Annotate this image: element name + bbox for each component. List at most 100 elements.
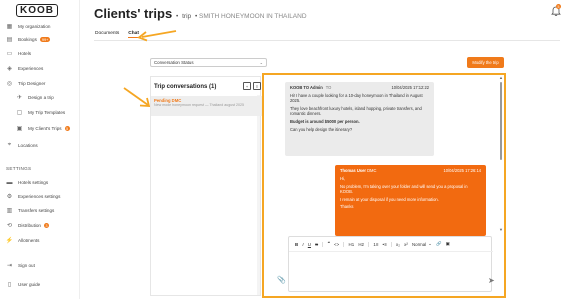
underline-button[interactable]: U: [308, 242, 311, 247]
sidebar: KOOB ▦ My organization ▤ Bookings 99+ ▭ …: [0, 0, 80, 299]
scrollbar-thumb[interactable]: [500, 82, 502, 160]
toolbar-divider: [390, 241, 392, 247]
sidebar-item-label: My Trip Templates: [28, 110, 66, 115]
chat-scrollbar[interactable]: ▲ ▼: [499, 75, 503, 232]
guide-icon: ▯: [7, 282, 12, 288]
chevron-down-icon: ⌄: [259, 60, 263, 65]
sidebar-item-label: Bookings: [18, 37, 37, 42]
link-icon[interactable]: 🔗: [436, 241, 441, 247]
modify-trip-button[interactable]: Modify the trip: [467, 57, 504, 68]
bookings-badge: 99+: [39, 37, 51, 42]
sidebar-item-label: Hotels: [18, 51, 32, 56]
heading-1-button[interactable]: H1: [349, 242, 355, 247]
attachment-icon[interactable]: 📎: [277, 276, 286, 284]
bullet-list-icon[interactable]: •≡: [383, 242, 387, 247]
heading-2-button[interactable]: H2: [358, 242, 364, 247]
sidebar-item-locations[interactable]: ⌖ Locations: [6, 140, 38, 151]
annotation-arrow-chat-icon: [137, 30, 177, 42]
scroll-down-icon[interactable]: ▼: [499, 227, 503, 232]
text-format-select[interactable]: Normal ⌄: [412, 241, 432, 247]
sidebar-item-transfers-settings[interactable]: ▥ Transfers settings: [6, 205, 55, 216]
message-role: TO: [325, 85, 332, 90]
annotation-arrow-conversation-icon: [123, 87, 151, 107]
sidebar-item-label: User guide: [18, 282, 41, 287]
conversations-scrollbar[interactable]: [257, 95, 260, 295]
sidebar-item-distribution[interactable]: ⟲ Distribution 3: [6, 220, 49, 231]
conversation-status-select[interactable]: Conversation Status ⌄: [150, 58, 267, 67]
trip-name: SMITH HONEYMOON IN THAILAND: [199, 13, 307, 20]
bold-button[interactable]: B: [295, 242, 298, 247]
location-icon: ⌖: [7, 142, 12, 148]
sidebar-item-experiences[interactable]: ◈ Experiences: [6, 63, 43, 74]
message-editor[interactable]: B I U S ❝ <> H1 H2 1≡ •≡ x₂ x² Normal ⌄ …: [288, 236, 493, 292]
distribution-badge: 3: [43, 223, 49, 228]
scroll-up-icon[interactable]: ▲: [499, 75, 503, 80]
sidebar-item-bookings[interactable]: ▤ Bookings 99+: [6, 34, 51, 45]
message-paragraph: Budget is around $5000 per person.: [290, 118, 360, 124]
koob-logo[interactable]: KOOB: [16, 4, 58, 17]
trip-designer-icon: ◎: [6, 81, 13, 87]
page-title-text: Clients' trips: [94, 6, 173, 21]
editor-divider: [289, 251, 493, 252]
sidebar-item-label: Experiences settings: [18, 194, 61, 199]
chevron-down-icon: ⌄: [428, 241, 432, 246]
sidebar-item-trip-designer[interactable]: ◎ Trip Designer: [6, 78, 46, 89]
editor-toolbar: B I U S ❝ <> H1 H2 1≡ •≡ x₂ x² Normal ⌄ …: [295, 241, 450, 247]
message-paragraph: Thanks: [340, 204, 354, 210]
sidebar-item-label: Trip Designer: [18, 81, 46, 86]
code-icon[interactable]: <>: [334, 242, 339, 247]
subscript-button[interactable]: x₂: [396, 242, 400, 247]
toolbar-divider: [368, 241, 370, 247]
tabs: Documents Chat: [95, 31, 139, 38]
sidebar-item-label: Sign out: [18, 263, 35, 268]
settings-section-header: SETTINGS: [6, 166, 32, 171]
sidebar-item-user-guide[interactable]: ▯ User guide: [6, 279, 40, 290]
message-paragraph: I remain at your disposal if you need mo…: [340, 196, 439, 202]
filter-icon[interactable]: ≡: [253, 82, 261, 90]
sidebar-item-label: Design a trip: [28, 95, 54, 100]
experiences-icon: ◈: [7, 66, 12, 72]
superscript-button[interactable]: x²: [404, 242, 408, 247]
tab-documents[interactable]: Documents: [95, 31, 119, 38]
sidebar-item-hotels[interactable]: ▭ Hotels: [6, 48, 31, 59]
quote-icon[interactable]: ❝: [327, 241, 329, 247]
toolbar-divider: [343, 241, 345, 247]
sidebar-item-label: Distribution: [18, 223, 41, 228]
sidebar-item-label: My Client's Trips: [28, 126, 62, 131]
notification-bell[interactable]: 5: [551, 4, 561, 17]
image-icon[interactable]: ▣: [446, 241, 450, 247]
sidebar-item-label: My organization: [18, 24, 51, 29]
new-conversation-icon[interactable]: +: [243, 82, 251, 90]
notification-count: 5: [556, 4, 561, 9]
bookings-icon: ▤: [6, 37, 13, 43]
ordered-list-icon[interactable]: 1≡: [373, 242, 378, 247]
send-icon[interactable]: ➤: [488, 276, 495, 285]
sidebar-item-design-trip[interactable]: ✈ Design a trip: [16, 92, 54, 103]
strike-button[interactable]: S: [315, 242, 318, 247]
sidebar-item-experiences-settings[interactable]: ⚙ Experiences settings: [6, 191, 61, 202]
message-paragraph: Hi,: [340, 175, 346, 181]
message-date: 10/04/2025 17:12:22: [391, 85, 429, 90]
sidebar-item-trip-templates[interactable]: ▢ My Trip Templates: [16, 107, 66, 118]
sidebar-item-sign-out[interactable]: ⇥ Sign out: [6, 260, 35, 271]
conversation-item[interactable]: Pending DMC New mode honeymoon request —…: [151, 96, 262, 116]
bed-icon: ▬: [6, 179, 13, 186]
sidebar-item-label: Locations: [18, 143, 38, 148]
bus-icon: ▥: [6, 208, 13, 214]
sidebar-item-label: Experiences: [18, 66, 44, 71]
title-separator: •: [174, 13, 181, 20]
message-paragraph: They love beachfront luxury hotels, isla…: [290, 105, 422, 117]
sidebar-item-organization[interactable]: ▦ My organization: [6, 21, 51, 32]
sidebar-item-allotments[interactable]: ⚡ Allotments: [6, 235, 40, 246]
sign-out-icon: ⇥: [6, 263, 13, 269]
design-trip-icon: ✈: [16, 95, 23, 101]
clients-trips-icon: ▣: [16, 126, 23, 132]
organization-icon: ▦: [6, 24, 13, 30]
message-paragraph: No problem, I'm taking over your folder …: [340, 183, 468, 194]
sidebar-item-hotels-settings[interactable]: ▬ Hotels settings: [6, 177, 49, 188]
italic-button[interactable]: I: [302, 242, 303, 247]
chat-message-received: KOOB TO Admin TO 10/04/2025 17:12:22 Hi! …: [285, 82, 434, 156]
clients-trips-badge: 5: [64, 126, 70, 131]
chat-panel: KOOB TO Admin TO 10/04/2025 17:12:22 Hi! …: [262, 73, 506, 298]
sidebar-item-clients-trips[interactable]: ▣ My Client's Trips 5: [16, 123, 70, 134]
